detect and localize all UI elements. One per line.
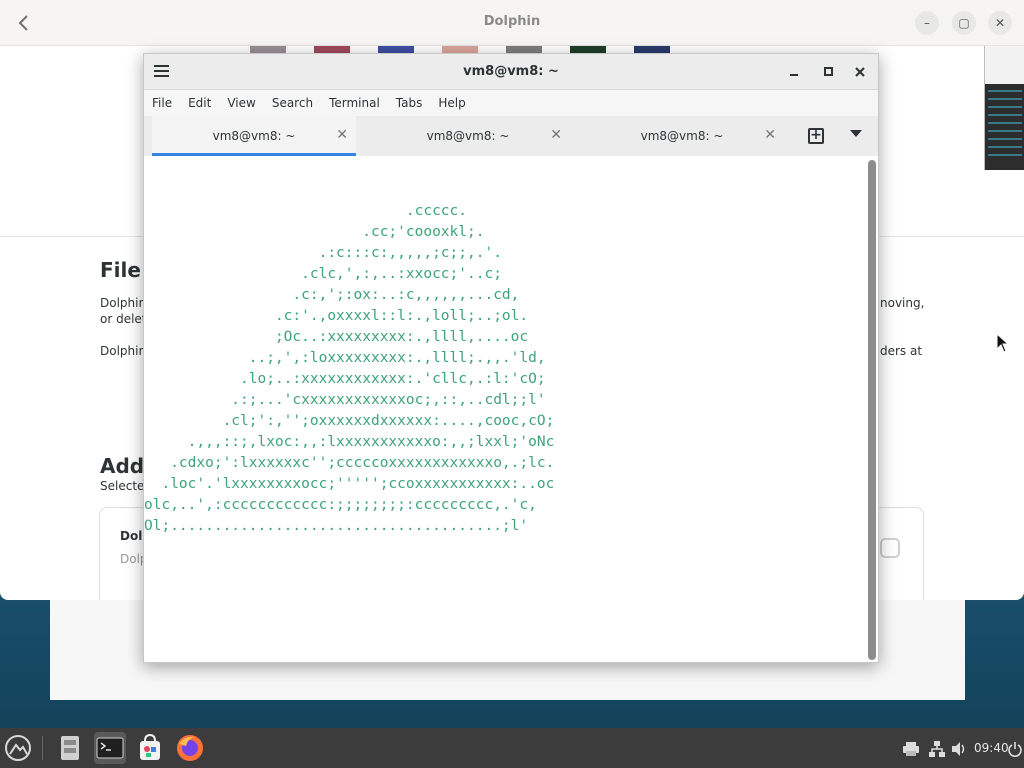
tab-label: vm8@vm8: ~ [640,129,724,143]
terminal-titlebar[interactable]: vm8@vm8: ~ [144,54,878,90]
dolphin-window-title: Dolphin [483,14,541,29]
taskbar-software-button[interactable] [134,732,166,764]
ascii-logo-output: .ccccc. .cc;'coooxkl;. .:c:::c:,,,,,;c;;… [144,203,555,534]
description-text-right: noving, [880,296,925,310]
minimize-button[interactable]: – [915,11,939,35]
tabs-dropdown-icon[interactable] [850,130,862,137]
tab-label: vm8@vm8: ~ [426,129,510,143]
terminal-tab-3[interactable]: vm8@vm8: ~ ✕ [580,116,784,156]
minimize-icon: – [924,16,930,30]
terminal-tabbar: vm8@vm8: ~ ✕ vm8@vm8: ~ ✕ vm8@vm8: ~ ✕ + [144,116,878,156]
terminal-output[interactable]: .ccccc. .cc;'coooxkl;. .:c:::c:,,,,,;c;;… [144,156,866,662]
description-text: Dolphin or delet [100,295,147,327]
terminal-close-button[interactable] [850,62,870,82]
screenshot-preview[interactable] [984,46,1024,170]
section-title: File [100,258,141,282]
terminal-title: vm8@vm8: ~ [463,64,559,79]
preview-top [985,46,1024,84]
clock[interactable]: 09:40 [974,728,1009,768]
close-icon: ✕ [994,16,1006,30]
printer-icon [903,741,919,756]
tab-close-icon[interactable]: ✕ [764,127,776,143]
addon-checkbox[interactable] [880,538,900,558]
app-launcher-button[interactable] [2,732,34,764]
taskbar-files-button[interactable] [54,732,86,764]
mouse-pointer-icon [996,333,1010,353]
menu-tabs[interactable]: Tabs [388,90,431,116]
system-menu-icon [5,735,31,761]
new-tab-icon[interactable]: + [808,128,824,144]
terminal-menubar: File Edit View Search Terminal Tabs Help [144,90,878,116]
terminal-tab-2[interactable]: vm8@vm8: ~ ✕ [366,116,570,156]
terminal-icon [96,737,124,759]
terminal-maximize-button[interactable] [818,62,838,82]
description-text-2-right: ders at [880,344,923,358]
maximize-icon [823,67,833,76]
firefox-icon [177,735,203,761]
network-icon [929,740,945,757]
taskbar-firefox-button[interactable] [174,732,206,764]
preview-lines [988,90,1022,160]
close-icon [855,67,865,77]
power-tray[interactable] [1008,728,1022,768]
taskbar: 09:40 [0,728,1024,768]
tab-close-icon[interactable]: ✕ [336,127,348,143]
terminal-window[interactable]: vm8@vm8: ~ File Edit View Search Termina… [143,53,879,663]
terminal-tab-1[interactable]: vm8@vm8: ~ ✕ [152,116,356,156]
volume-icon [952,741,965,756]
network-tray[interactable] [928,728,946,768]
taskbar-separator [42,736,43,760]
description-text-2: Dolphin [100,344,147,358]
tab-label: vm8@vm8: ~ [212,129,296,143]
addons-subtitle: Selecte [100,479,145,493]
description-line: or delet [100,312,147,326]
minimize-icon [790,74,798,76]
terminal-minimize-button[interactable] [784,62,804,82]
menu-help[interactable]: Help [430,90,473,116]
store-bag-icon [140,733,160,760]
file-cabinet-icon [61,736,79,760]
menu-view[interactable]: View [219,90,263,116]
dolphin-headerbar: Dolphin – ▢ ✕ [0,0,1024,46]
terminal-scrollbar[interactable] [868,160,876,660]
close-button[interactable]: ✕ [988,11,1012,35]
menu-edit[interactable]: Edit [180,90,219,116]
menu-file[interactable]: File [144,90,180,116]
taskbar-terminal-button[interactable] [94,732,126,764]
maximize-icon: ▢ [958,16,970,30]
printer-tray[interactable] [902,728,920,768]
power-icon [1008,741,1022,757]
description-line: Dolphin [100,296,147,310]
menu-search[interactable]: Search [264,90,321,116]
tab-close-icon[interactable]: ✕ [550,127,562,143]
maximize-button[interactable]: ▢ [952,11,976,35]
menu-terminal[interactable]: Terminal [321,90,388,116]
volume-tray[interactable] [950,728,968,768]
